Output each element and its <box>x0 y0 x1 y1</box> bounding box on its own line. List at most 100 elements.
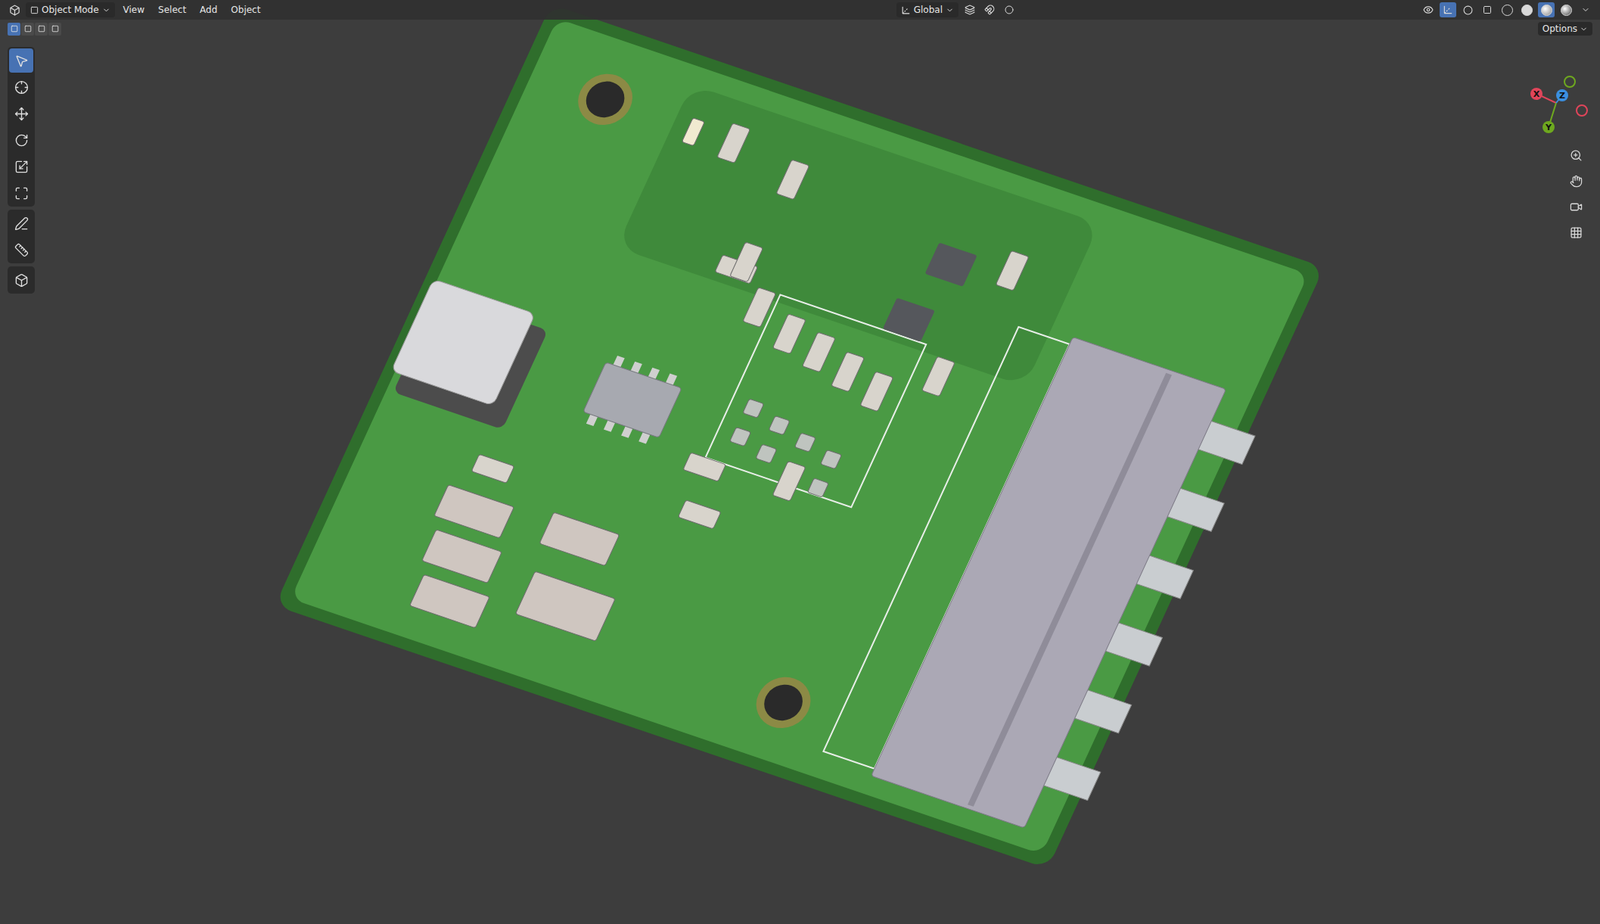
select-mode-button[interactable] <box>7 22 21 36</box>
shading-button[interactable] <box>1557 2 1575 18</box>
navigation-button[interactable] <box>1565 170 1586 191</box>
menu-item[interactable]: Add <box>194 3 223 17</box>
pivot-button[interactable] <box>961 2 979 18</box>
smd-component[interactable] <box>730 426 752 446</box>
proportional-edit-button[interactable] <box>1000 2 1018 18</box>
toolbar <box>7 46 35 924</box>
smd-component[interactable] <box>820 449 842 469</box>
smd-component[interactable] <box>434 484 515 538</box>
regulator-ic[interactable] <box>583 362 682 439</box>
grid-icon <box>1569 226 1583 240</box>
smd-component[interactable] <box>922 356 956 397</box>
inductor[interactable] <box>391 279 536 406</box>
smd-component[interactable] <box>742 398 765 418</box>
viewport-canvas[interactable] <box>0 0 1600 924</box>
smd-component[interactable] <box>772 460 806 501</box>
navigation-button[interactable] <box>1565 222 1586 243</box>
navigation-button[interactable] <box>1565 196 1586 217</box>
xray-toggle[interactable] <box>1478 2 1496 18</box>
gizmo-toggle[interactable] <box>1439 2 1457 18</box>
visibility-button[interactable] <box>1419 2 1437 18</box>
smd-component[interactable] <box>776 159 810 200</box>
measure-icon <box>14 242 29 258</box>
mode-dropdown[interactable]: Object Mode <box>25 2 115 18</box>
sub-header: Options <box>0 19 1600 38</box>
gizmo-axis[interactable]: Z <box>1556 89 1569 102</box>
smd-component[interactable] <box>683 452 727 482</box>
navigation-gizmo[interactable]: X Y Z <box>1519 66 1593 140</box>
smd-component[interactable] <box>410 574 491 628</box>
editor-type-button[interactable] <box>6 2 23 18</box>
options-dropdown[interactable]: Options <box>1537 21 1593 36</box>
transistor-q1[interactable] <box>925 242 978 287</box>
navigation-column: X Y Z <box>1519 66 1593 924</box>
shading-button[interactable] <box>1537 2 1555 18</box>
transistor-q2[interactable] <box>882 297 936 342</box>
tool-button[interactable] <box>9 237 34 262</box>
mounting-hole <box>758 679 809 726</box>
orientation-dropdown[interactable]: Global <box>896 2 959 18</box>
tool-button[interactable] <box>9 267 34 293</box>
gizmo-toggle-icon <box>1442 4 1454 16</box>
smd-component[interactable] <box>730 242 764 283</box>
shading-options[interactable] <box>1577 2 1594 18</box>
smd-component[interactable] <box>422 529 503 584</box>
xray-icon <box>1482 5 1492 15</box>
smd-component[interactable] <box>860 371 894 412</box>
pivot-icon <box>964 4 976 16</box>
navigation-button[interactable] <box>1565 145 1586 165</box>
tool-button[interactable] <box>9 101 34 126</box>
tool-button[interactable] <box>9 180 34 206</box>
select-mode-button[interactable] <box>34 22 48 36</box>
gizmo-axis[interactable]: Y <box>1542 121 1555 134</box>
svg-text:X: X <box>1533 89 1541 100</box>
overlay-toggle[interactable] <box>1459 2 1476 18</box>
select-mode-button[interactable] <box>48 22 62 36</box>
smd-component[interactable] <box>807 478 829 498</box>
menu-item[interactable]: Select <box>152 3 192 17</box>
menu-item[interactable]: View <box>118 3 150 17</box>
select-mode-group <box>7 22 62 36</box>
select-mode-icon <box>37 24 46 33</box>
terminal-block[interactable] <box>871 337 1227 829</box>
neg-y-axis-dot[interactable] <box>1564 76 1576 87</box>
smd-component[interactable] <box>717 123 751 164</box>
select-mode-button[interactable] <box>21 22 35 36</box>
tool-group <box>7 46 35 207</box>
mounting-hole <box>747 669 820 735</box>
svg-text:Y: Y <box>1544 122 1553 133</box>
tool-button[interactable] <box>9 211 34 236</box>
tool-group <box>7 266 35 294</box>
smd-component[interactable] <box>742 287 777 328</box>
object-mode-icon <box>30 6 39 15</box>
smd-component[interactable] <box>471 453 515 483</box>
smd-component[interactable] <box>681 118 705 147</box>
tool-button[interactable] <box>9 127 34 153</box>
smd-component[interactable] <box>677 500 721 529</box>
smd-component[interactable] <box>755 444 777 463</box>
scale-icon <box>14 159 29 174</box>
camera-icon <box>1569 200 1583 214</box>
shading-button[interactable] <box>1498 2 1516 18</box>
shading-button[interactable] <box>1518 2 1535 18</box>
tool-button[interactable] <box>9 48 34 73</box>
smd-component[interactable] <box>995 250 1029 291</box>
smd-component[interactable] <box>539 512 620 566</box>
mounting-hole <box>580 76 631 123</box>
smd-component[interactable] <box>794 432 816 452</box>
gizmo-axis[interactable]: X <box>1530 87 1543 100</box>
orientation-icon <box>900 5 911 16</box>
pcb-board[interactable] <box>274 3 1332 871</box>
menu-item[interactable]: Object <box>225 3 266 17</box>
snap-button[interactable] <box>981 2 998 18</box>
hand-icon <box>1569 174 1583 188</box>
rotate-icon <box>14 133 29 148</box>
tool-button[interactable] <box>9 74 34 100</box>
smd-component[interactable] <box>515 571 616 641</box>
tool-button[interactable] <box>9 154 34 179</box>
neg-x-axis-dot[interactable] <box>1576 105 1588 116</box>
smd-component[interactable] <box>802 332 836 373</box>
smd-component[interactable] <box>768 416 790 435</box>
smd-component[interactable] <box>772 313 806 355</box>
smd-component[interactable] <box>831 351 865 392</box>
